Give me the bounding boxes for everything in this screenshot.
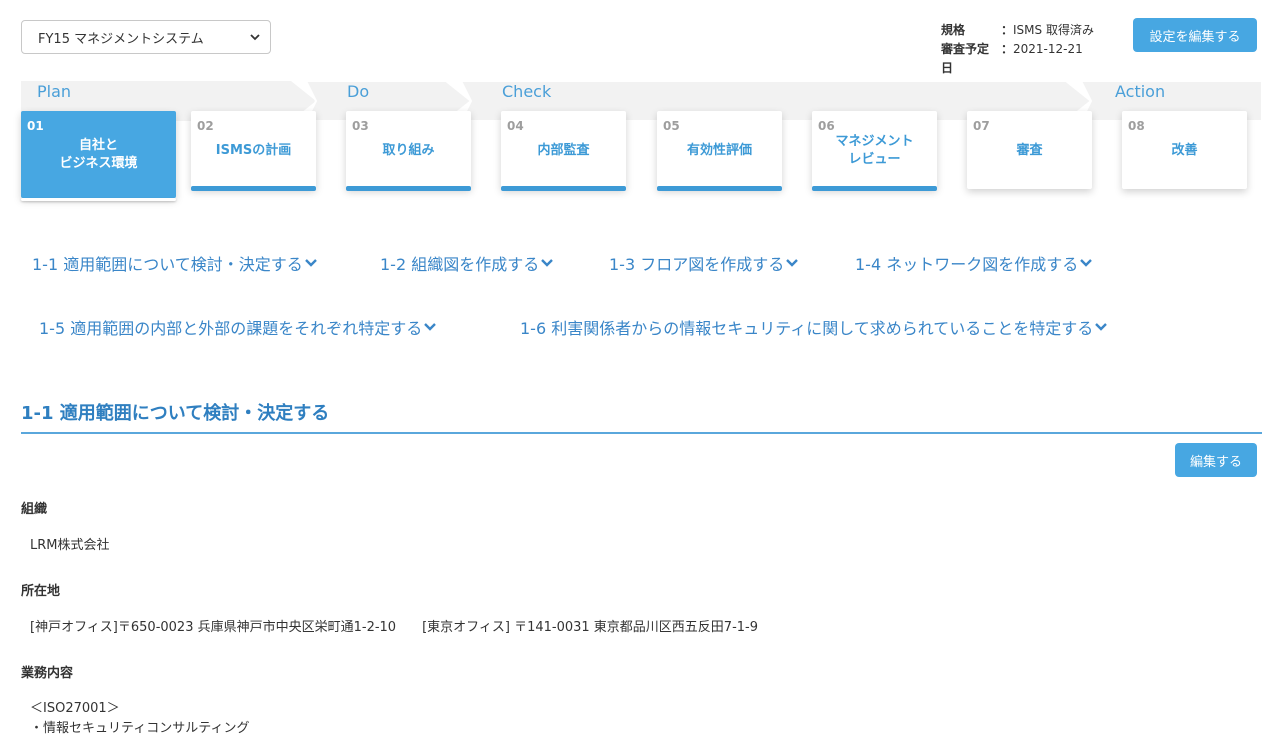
chevron-down-icon: [250, 34, 260, 41]
business-value-line2: ・情報セキュリティコンサルティング: [30, 721, 250, 736]
task-link-1-6[interactable]: 1-6 利害関係者からの情報セキュリティに関して求められていることを特定する: [520, 315, 1108, 339]
task-link-1-5[interactable]: 1-5 適用範囲の内部と外部の課題をそれぞれ特定する: [39, 315, 437, 339]
step-title: 改善: [1171, 143, 1198, 158]
management-system-select[interactable]: FY15 マネジメントシステム: [21, 20, 271, 54]
task-label: 1-1 適用範囲について検討・決定する: [32, 255, 303, 274]
task-link-1-2[interactable]: 1-2 組織図を作成する: [380, 251, 554, 275]
step-underline: [191, 186, 316, 191]
task-link-1-3[interactable]: 1-3 フロア図を作成する: [609, 251, 799, 275]
step-title: 自社と ビジネス環境: [59, 138, 138, 171]
organization-value: LRM株式会社: [30, 538, 110, 553]
standard-value: ISMS 取得済み: [1013, 23, 1094, 37]
step-underline: [346, 186, 471, 191]
management-system-select-value: FY15 マネジメントシステム: [38, 31, 204, 47]
chevron-down-icon: [786, 259, 799, 267]
step-card-04[interactable]: 04 内部監査: [501, 111, 626, 191]
section-title: 1-1 適用範囲について検討・決定する: [21, 403, 330, 424]
step-underline: [812, 186, 937, 191]
step-card-08[interactable]: 08 改善: [1122, 111, 1247, 189]
step-card-03[interactable]: 03 取り組み: [346, 111, 471, 191]
audit-date-label: 審査予定日: [941, 42, 990, 75]
step-underline: [501, 186, 626, 191]
step-underline: [21, 198, 176, 201]
phase-plan-label: Plan: [37, 82, 72, 101]
task-label: 1-3 フロア図を作成する: [609, 255, 785, 274]
chevron-down-icon: [541, 259, 554, 267]
step-title: 取り組み: [382, 143, 435, 158]
edit-settings-button[interactable]: 設定を編集する: [1133, 18, 1257, 52]
step-number: 01: [27, 119, 44, 133]
chevron-down-icon: [304, 259, 317, 267]
business-label: 業務内容: [21, 666, 74, 681]
step-title: 内部監査: [537, 143, 590, 158]
step-title: ISMSの計画: [215, 143, 292, 158]
edit-button[interactable]: 編集する: [1175, 443, 1257, 477]
task-link-1-1[interactable]: 1-1 適用範囲について検討・決定する: [32, 251, 318, 275]
step-card-05[interactable]: 05 有効性評価: [657, 111, 782, 191]
phase-action-label: Action: [1115, 82, 1166, 101]
chevron-down-icon: [1095, 323, 1108, 331]
address-label: 所在地: [21, 584, 61, 599]
step-card-07[interactable]: 07 審査: [967, 111, 1092, 189]
phase-check-label: Check: [502, 82, 552, 101]
colon: ：: [1000, 23, 1013, 37]
audit-date-value: 2021-12-21: [1013, 42, 1083, 56]
standard-label: 規格: [941, 23, 966, 37]
chevron-down-icon: [1080, 259, 1093, 267]
task-label: 1-6 利害関係者からの情報セキュリティに関して求められていることを特定する: [520, 319, 1094, 338]
step-card-02[interactable]: 02 ISMSの計画: [191, 111, 316, 191]
certification-meta: 規格 ： ISMS 取得済み 審査予定日 ： 2021-12-21: [941, 21, 1094, 78]
colon: ：: [1000, 42, 1013, 56]
step-card-06[interactable]: 06 マネジメント レビュー: [812, 111, 937, 191]
step-card-01[interactable]: 01 自社と ビジネス環境: [21, 111, 176, 201]
step-title: 審査: [1016, 143, 1043, 158]
step-title: 有効性評価: [686, 143, 752, 158]
step-underline: [657, 186, 782, 191]
address-value: [神戸オフィス]〒650-0023 兵庫県神戸市中央区栄町通1-2-10 [東京…: [30, 620, 759, 635]
chevron-down-icon: [424, 323, 437, 331]
phase-do-label: Do: [347, 82, 370, 101]
business-value-line1: ＜ISO27001＞: [30, 701, 120, 716]
organization-label: 組織: [21, 502, 48, 517]
task-label: 1-4 ネットワーク図を作成する: [855, 255, 1079, 274]
task-label: 1-2 組織図を作成する: [380, 255, 540, 274]
task-link-1-4[interactable]: 1-4 ネットワーク図を作成する: [855, 251, 1093, 275]
section-divider: [21, 432, 1262, 434]
step-title: マネジメント レビュー: [835, 134, 914, 167]
task-label: 1-5 適用範囲の内部と外部の課題をそれぞれ特定する: [39, 319, 423, 338]
